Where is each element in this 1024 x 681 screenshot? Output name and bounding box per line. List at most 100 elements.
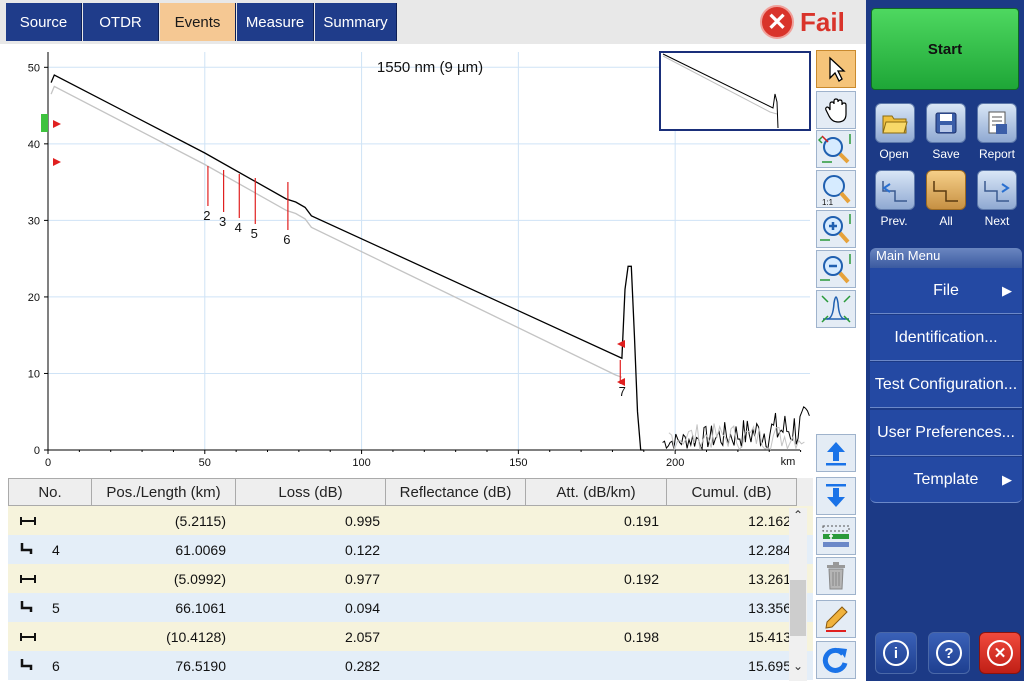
events-table[interactable]: No. Pos./Length (km) Loss (dB) Reflectan… — [8, 478, 813, 681]
table-cell-loss: 0.094 — [344, 599, 380, 616]
open-label: Open — [879, 147, 909, 161]
scrollbar-thumb[interactable] — [790, 580, 806, 636]
x-tick-label: 200 — [666, 457, 684, 469]
otdr-graph[interactable]: 0 50 100 150 200 0 10 20 30 40 50 2345 6 7 1550 nm (… — [0, 44, 813, 476]
chevron-right-icon: ▶ — [1002, 282, 1012, 298]
chart-title: 1550 nm (9 µm) — [377, 59, 483, 76]
table-row[interactable]: 6 76.5190 0.282 15.695 — [8, 651, 813, 680]
table-cell-refl — [386, 651, 526, 680]
x-tick-label: 0 — [45, 457, 51, 469]
zoom-out-button[interactable] — [816, 250, 856, 288]
table-row[interactable]: (5.2115) 0.995 0.191 12.162 — [8, 506, 813, 535]
zoom-in-button[interactable] — [816, 210, 856, 248]
zoom-fit-button[interactable] — [816, 130, 856, 168]
arrow-left-icon — [617, 340, 625, 348]
trace-series — [50, 74, 644, 451]
move-down-button[interactable] — [816, 477, 856, 515]
column-header-reflectance[interactable]: Reflectance (dB) — [386, 478, 526, 506]
next-trace-icon — [984, 181, 1010, 202]
tab-measure[interactable]: Measure — [237, 3, 314, 41]
x-tick-label: 150 — [509, 457, 527, 469]
event-markers: 2 3 4 5 6 7 — [203, 166, 626, 399]
event-marker-label: 3 — [219, 214, 226, 229]
menu-item-test-configuration[interactable]: Test Configuration... — [870, 362, 1022, 408]
cursor-arrows[interactable] — [53, 120, 625, 386]
scroll-up-icon[interactable]: ⌃ — [789, 508, 807, 530]
table-row[interactable]: (5.0992) 0.977 0.192 13.261 — [8, 564, 813, 593]
menu-item-label: File — [933, 281, 959, 299]
table-cell-loss: 0.977 — [344, 570, 380, 587]
table-cell-no: 5 — [8, 593, 92, 622]
y-tick-label: 0 — [34, 445, 40, 457]
event-marker-label: 2 — [203, 208, 210, 223]
edit-event-button[interactable] — [816, 600, 856, 638]
x-tick-label: 50 — [199, 457, 211, 469]
save-label: Save — [932, 147, 960, 161]
pan-tool-button[interactable] — [816, 91, 856, 129]
column-header-no[interactable]: No. — [8, 478, 92, 506]
previous-event-button[interactable] — [875, 170, 915, 210]
fiber-span-icon — [20, 571, 36, 587]
column-header-attenuation[interactable]: Att. (dB/km) — [526, 478, 667, 506]
table-cell-loss: 2.057 — [344, 628, 380, 645]
menu-item-user-preferences[interactable]: User Preferences... — [870, 410, 1022, 456]
open-button[interactable] — [875, 103, 915, 143]
tab-source[interactable]: Source — [6, 3, 82, 41]
zoom-1to1-button[interactable]: 1:1 — [816, 170, 856, 208]
exit-button[interactable]: ✕ — [979, 632, 1021, 674]
insert-event-icon — [822, 525, 850, 547]
table-cell-refl — [386, 506, 526, 535]
tab-otdr[interactable]: OTDR — [83, 3, 159, 41]
previous-label: Prev. — [880, 214, 908, 228]
help-button[interactable]: ? — [928, 632, 970, 674]
all-events-button[interactable] — [926, 170, 966, 210]
tab-events[interactable]: Events — [160, 3, 236, 41]
next-event-button[interactable] — [977, 170, 1017, 210]
svg-text:1:1: 1:1 — [822, 198, 834, 206]
reanalyze-button[interactable] — [816, 641, 856, 679]
trash-icon — [827, 562, 845, 590]
table-cell-att — [526, 651, 667, 680]
table-cell-cum: 15.695 — [748, 657, 791, 674]
tab-summary[interactable]: Summary — [315, 3, 397, 41]
delete-event-button[interactable] — [816, 557, 856, 595]
table-cell-no: 6 — [8, 651, 92, 680]
column-header-loss[interactable]: Loss (dB) — [236, 478, 386, 506]
fiber-span-icon — [20, 629, 36, 645]
y-tick-label: 10 — [28, 368, 40, 380]
pointer-tool-button[interactable] — [816, 50, 856, 88]
table-row[interactable]: 5 66.1061 0.094 13.356 — [8, 593, 813, 622]
menu-item-label: Identification... — [894, 328, 998, 346]
menu-item-file[interactable]: File ▶ — [870, 268, 1022, 314]
table-cell-refl — [386, 593, 526, 622]
column-header-pos[interactable]: Pos./Length (km) — [92, 478, 236, 506]
zoom-event-button[interactable] — [816, 290, 856, 328]
overview-thumbnail[interactable] — [659, 51, 811, 131]
hand-icon — [825, 98, 847, 123]
save-button[interactable] — [926, 103, 966, 143]
zoom-reset-icon: 1:1 — [822, 175, 851, 206]
table-cell-pos: (10.4128) — [166, 628, 226, 645]
menu-item-identification[interactable]: Identification... — [870, 315, 1022, 361]
menu-item-label: Test Configuration... — [874, 375, 1018, 393]
previous-trace-icon — [882, 181, 907, 202]
table-cell-refl — [386, 564, 526, 593]
event-marker-label: 4 — [235, 220, 242, 235]
splice-event-icon — [20, 657, 34, 674]
table-row[interactable]: 4 61.0069 0.122 12.284 — [8, 535, 813, 564]
column-header-cumulative[interactable]: Cumul. (dB) — [667, 478, 797, 506]
table-row[interactable]: (10.4128) 2.057 0.198 15.413 — [8, 622, 813, 651]
info-button[interactable]: i — [875, 632, 917, 674]
start-button[interactable]: Start — [871, 8, 1019, 90]
table-body: (5.2115) 0.995 0.191 12.162 4 61.0069 0.122 12.… — [8, 506, 813, 680]
report-button[interactable] — [977, 103, 1017, 143]
move-up-button[interactable] — [816, 434, 856, 472]
scroll-down-icon[interactable]: ⌄ — [789, 659, 807, 681]
close-icon: ✕ — [987, 640, 1013, 666]
table-cell-pos: 76.5190 — [175, 657, 226, 674]
noise-floor — [662, 405, 810, 451]
otdr-trace-chart[interactable]: 0 50 100 150 200 0 10 20 30 40 50 2 3 4 5 6 7 1550 nm (… — [0, 44, 813, 476]
menu-item-template[interactable]: Template ▶ — [870, 457, 1022, 503]
info-icon: i — [883, 640, 909, 666]
insert-event-button[interactable] — [816, 517, 856, 555]
